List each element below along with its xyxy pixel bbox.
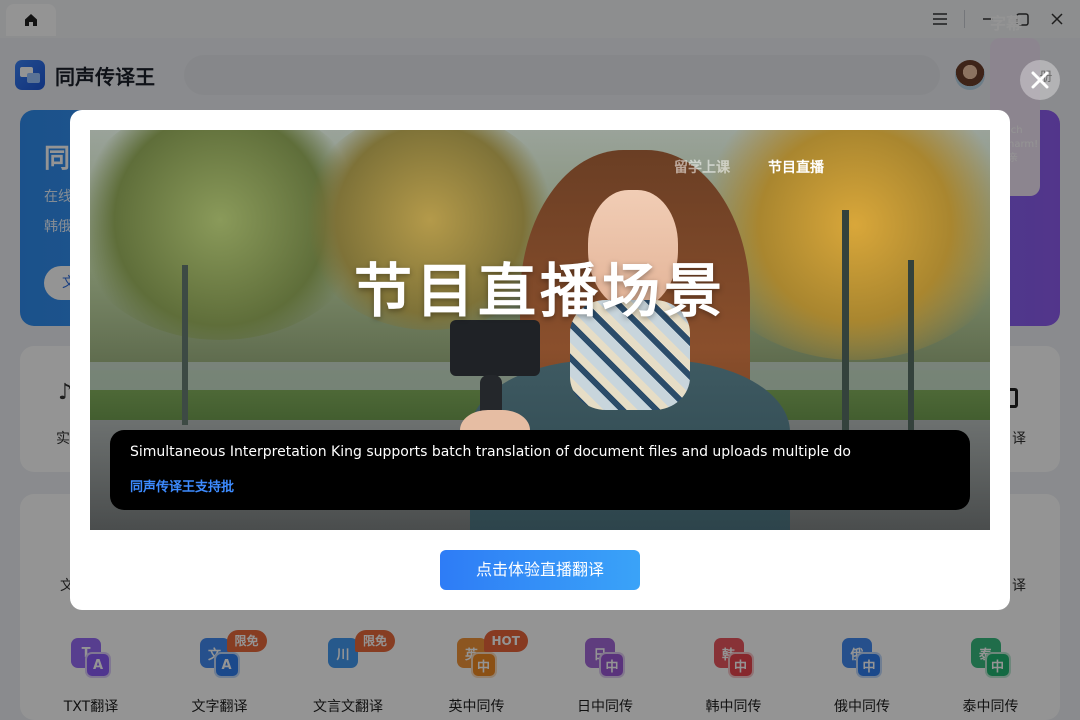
scene-title: 节目直播场景 <box>353 257 726 325</box>
close-modal-button[interactable] <box>1020 60 1060 100</box>
subtitle-english: Simultaneous Interpretation King support… <box>130 444 851 460</box>
tab-live-program[interactable]: 节目直播 <box>768 157 824 177</box>
close-icon <box>1031 71 1049 89</box>
try-live-translation-button[interactable]: 点击体验直播翻译 <box>440 550 640 590</box>
subtitle-box <box>110 430 970 510</box>
phone-gimbal <box>450 320 540 376</box>
subtitle-chinese: 同声传译王支持批 <box>130 480 235 495</box>
tab-study-abroad[interactable]: 留学上课 <box>674 157 730 177</box>
